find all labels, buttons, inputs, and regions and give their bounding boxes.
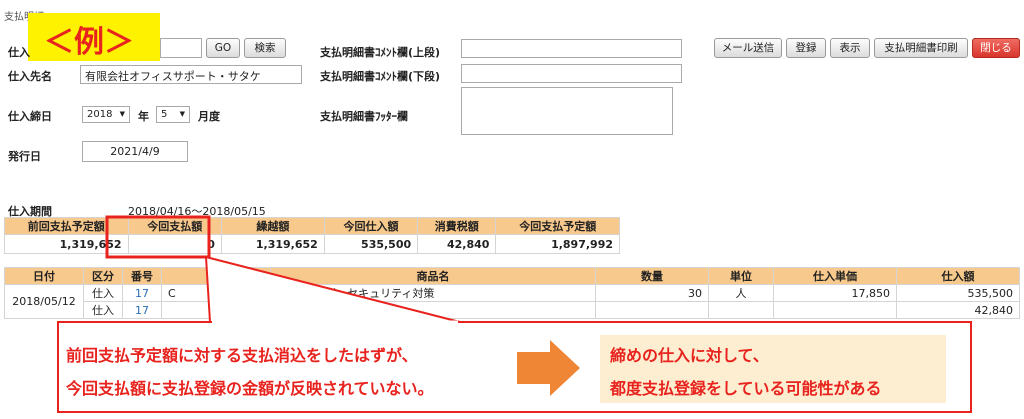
cause-text-line1: 締めの仕入に対して、 [610,346,769,365]
callout-pointer [205,256,461,323]
problem-text-line2: 今回支払額に支払登録の金額が反映されていない。 [66,379,434,398]
cause-text-line2: 都度支払登録をしている可能性がある [610,379,882,398]
highlight-box [105,215,211,259]
problem-text-line1: 前回支払予定額に対する支払消込をしたはずが、 [66,346,418,365]
